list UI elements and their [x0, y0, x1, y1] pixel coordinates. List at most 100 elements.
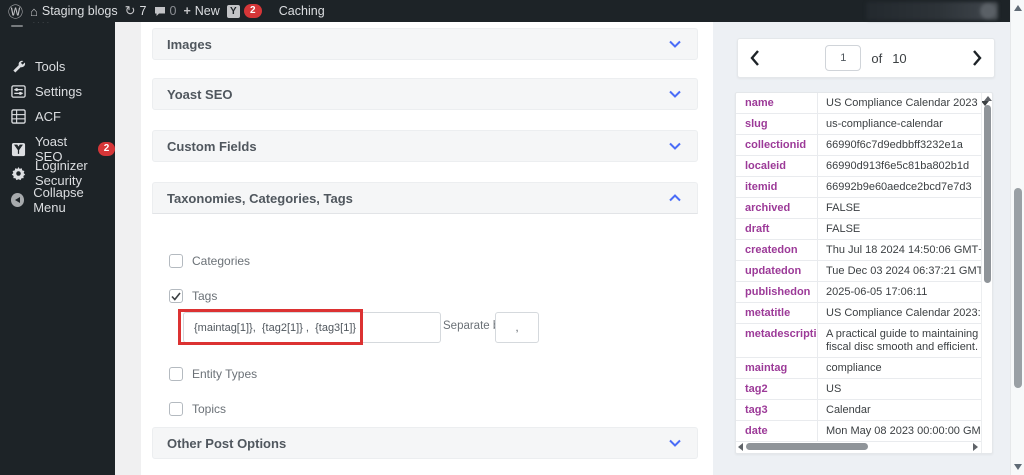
redacted-user-area	[866, 2, 998, 20]
checkbox-label: Topics	[192, 402, 227, 416]
sliders-icon	[11, 84, 26, 98]
accordion-label: Images	[167, 36, 212, 52]
tags-checkbox-row[interactable]: Tags	[169, 289, 217, 303]
new-content-link[interactable]: + New	[183, 4, 219, 18]
sidebar-item-tools[interactable]: Tools	[0, 54, 115, 78]
accordion-label: Taxonomies, Categories, Tags	[167, 190, 353, 206]
scroll-down-arrow-icon[interactable]	[1014, 464, 1022, 470]
table-row: collectionid 66990f6c7d9edbbff3232e1a	[736, 135, 981, 156]
topics-checkbox-row[interactable]: Topics	[169, 402, 226, 416]
scroll-up-arrow-icon[interactable]	[984, 96, 992, 101]
table-row: draft FALSE	[736, 219, 981, 240]
updates-count: 7	[139, 4, 147, 18]
table-row: itemid 66992b9e60aedce2bcd7e7d3	[736, 177, 981, 198]
accordion-yoast-seo[interactable]: Yoast SEO	[152, 78, 698, 110]
checkbox[interactable]	[169, 367, 183, 381]
checkbox[interactable]	[169, 402, 183, 416]
chevron-up-icon	[669, 194, 681, 202]
chevron-left-icon	[750, 50, 759, 66]
yoast-notification-badge: 2	[243, 4, 262, 18]
next-page-button[interactable]	[960, 50, 994, 66]
sidebar-item-label: ACF	[35, 108, 61, 124]
chevron-right-icon	[973, 50, 982, 66]
table-row: metatitleUS Compliance Calendar 2023: Ke…	[736, 303, 981, 324]
chevron-down-icon	[669, 40, 681, 48]
scrollbar-thumb[interactable]	[1014, 188, 1022, 388]
yoast-icon: Y	[226, 4, 240, 18]
categories-checkbox-row[interactable]: Categories	[169, 254, 250, 268]
table-row: tag2 US	[736, 379, 981, 400]
site-name: Staging blogs	[41, 4, 118, 18]
page-number-input[interactable]	[825, 45, 862, 71]
accordion-label: Custom Fields	[167, 138, 257, 154]
collapse-arrow-icon	[11, 193, 25, 207]
scrollbar-thumb[interactable]	[984, 105, 991, 283]
checkbox-label: Categories	[192, 254, 251, 268]
table-row: tag3 Calendar	[736, 400, 981, 421]
checkbox-checked[interactable]	[169, 289, 183, 303]
scrollbar-thumb[interactable]	[746, 443, 868, 450]
table-horizontal-scrollbar[interactable]	[738, 441, 978, 451]
gear-icon	[11, 166, 26, 180]
accordion-label: Yoast SEO	[167, 86, 233, 102]
grid-icon	[11, 108, 26, 124]
comments-count: 0	[169, 4, 177, 18]
table-row: archived FALSE	[736, 198, 981, 219]
table-row: localeid 66990d913f6e5c81ba802b1d	[736, 156, 981, 177]
caching-menu-link[interactable]: Caching	[279, 4, 325, 18]
table-row: slug us-compliance-calendar	[736, 114, 981, 135]
separator-input[interactable]	[495, 312, 539, 343]
yoast-menu-link[interactable]: Y 2	[226, 4, 262, 18]
sidebar-item-label: Collapse Menu	[33, 185, 84, 215]
taxonomies-panel-body: Categories Tags Separate by Entity Types…	[152, 236, 698, 431]
checkbox-label: Tags	[192, 289, 218, 303]
table-row: maintag compliance	[736, 358, 981, 379]
sidebar-item-loginizer-security[interactable]: Loginizer Security	[0, 158, 115, 188]
table-row: name US Compliance Calendar 2023	[736, 93, 981, 114]
window-scrollbar[interactable]	[1010, 0, 1024, 475]
sidebar-item-settings[interactable]: Settings	[0, 79, 115, 103]
update-icon: ↻	[124, 3, 136, 18]
chevron-down-icon	[669, 90, 681, 98]
scroll-up-arrow-icon[interactable]	[1014, 5, 1022, 11]
scroll-right-arrow-icon[interactable]	[973, 443, 978, 451]
updates-link[interactable]: ↻ 7	[125, 3, 147, 19]
chevron-down-icon	[669, 439, 681, 447]
comment-bubble-icon	[154, 6, 165, 16]
home-icon: ⌂	[30, 3, 38, 19]
caching-label: Caching	[278, 4, 325, 18]
check-icon	[171, 292, 181, 301]
entity-types-checkbox-row[interactable]: Entity Types	[169, 367, 257, 381]
accordion-label: Other Post Options	[167, 435, 287, 451]
table-row: metadescriptionA practical guide to main…	[736, 324, 981, 358]
checkbox-label: Entity Types	[192, 367, 258, 381]
scroll-left-arrow-icon[interactable]	[738, 443, 743, 451]
sidebar-item-label: Tools	[35, 58, 66, 74]
wrench-icon	[13, 60, 26, 72]
total-pages: 10	[892, 50, 907, 66]
previous-page-button[interactable]	[738, 50, 772, 66]
table-row: updatedonTue Dec 03 2024 06:37:21 GMT+00…	[736, 261, 981, 282]
admin-bar: Ⓦ ⌂ Staging blogs ↻ 7 0 + New Y 2 Cachin…	[0, 0, 1010, 22]
tags-template-input[interactable]	[183, 312, 441, 343]
sidebar-item-acf[interactable]: ACF	[0, 104, 115, 128]
wordpress-logo-icon[interactable]: Ⓦ	[8, 1, 23, 22]
table-vertical-scrollbar[interactable]	[981, 93, 992, 453]
source-data-panel: of 10 nameUS Compliance Calendar 2023 sl…	[713, 22, 1010, 475]
admin-sidebar: ···· Tools Settings ACF Yoast SEO 2 Logi…	[0, 16, 115, 475]
sidebar-item-label: Loginizer Security	[35, 158, 88, 188]
site-link[interactable]: ⌂ Staging blogs	[30, 4, 118, 19]
accordion-custom-fields[interactable]: Custom Fields	[152, 130, 698, 162]
accordion-other-post-options[interactable]: Other Post Options	[152, 427, 698, 459]
of-label: of	[871, 50, 883, 66]
yoast-icon	[11, 142, 26, 156]
comments-link[interactable]: 0	[154, 4, 177, 18]
sidebar-item-collapse-menu[interactable]: Collapse Menu	[0, 185, 115, 215]
pagination-bar: of 10	[737, 38, 995, 78]
table-row: createdonThu Jul 18 2024 14:50:06 GMT+00…	[736, 240, 981, 261]
table-row: publishedon 2025-06-05 17:06:11	[736, 282, 981, 303]
accordion-images[interactable]: Images	[152, 28, 698, 60]
checkbox[interactable]	[169, 254, 183, 268]
accordion-taxonomies[interactable]: Taxonomies, Categories, Tags	[152, 182, 698, 214]
new-label: New	[194, 4, 220, 18]
